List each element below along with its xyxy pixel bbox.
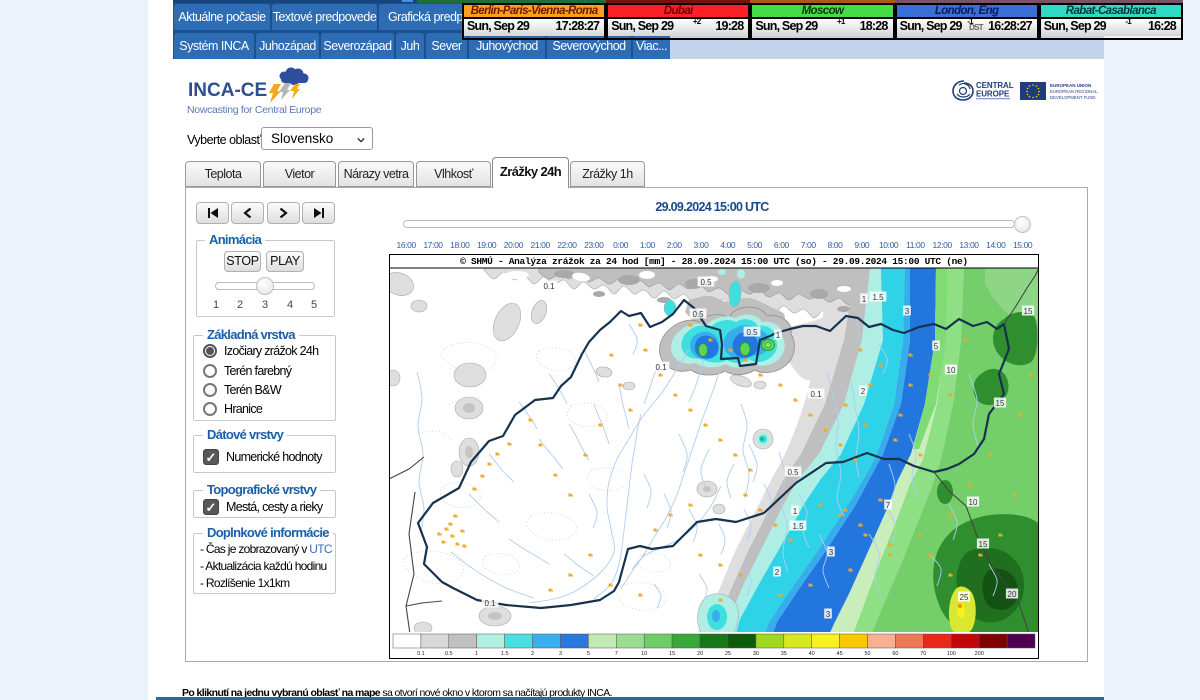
svg-text:15: 15 [1024, 307, 1033, 316]
svg-text:45: 45 [837, 651, 843, 657]
svg-text:0.5: 0.5 [692, 310, 704, 319]
svg-text:2: 2 [775, 568, 780, 577]
svg-text:1: 1 [862, 295, 867, 304]
svg-text:1: 1 [776, 331, 781, 340]
svg-text:5: 5 [587, 651, 590, 657]
svg-text:0.1: 0.1 [543, 282, 555, 291]
svg-text:10: 10 [947, 366, 956, 375]
svg-text:© SHMÚ - Analýza zrážok za 24: © SHMÚ - Analýza zrážok za 24 hod [mm] -… [460, 256, 968, 267]
svg-text:40: 40 [809, 651, 815, 657]
svg-text:EUROPE: EUROPE [976, 90, 1010, 99]
svg-text:3: 3 [826, 610, 831, 619]
svg-text:10: 10 [641, 651, 647, 657]
svg-text:20: 20 [1008, 590, 1017, 599]
svg-text:0.1: 0.1 [655, 363, 667, 372]
svg-text:15: 15 [979, 540, 988, 549]
svg-text:5: 5 [934, 342, 939, 351]
svg-text:3: 3 [829, 548, 834, 557]
svg-text:3: 3 [559, 651, 562, 657]
svg-text:60: 60 [892, 651, 898, 657]
svg-text:EUROPEAN REGIONAL: EUROPEAN REGIONAL [1050, 89, 1098, 94]
svg-text:1: 1 [475, 651, 478, 657]
svg-text:20: 20 [697, 651, 703, 657]
svg-text:200: 200 [975, 651, 984, 657]
svg-text:1: 1 [793, 507, 798, 516]
svg-text:30: 30 [753, 651, 759, 657]
svg-text:10: 10 [969, 498, 978, 507]
svg-text:7: 7 [886, 501, 891, 510]
svg-text:0.1: 0.1 [484, 599, 496, 608]
svg-text:3: 3 [905, 307, 910, 316]
svg-text:35: 35 [781, 651, 787, 657]
svg-text:0.5: 0.5 [787, 468, 799, 477]
svg-text:7: 7 [615, 651, 618, 657]
svg-text:2: 2 [861, 387, 866, 396]
svg-text:1.5: 1.5 [501, 651, 509, 657]
svg-text:15: 15 [669, 651, 675, 657]
svg-text:50: 50 [864, 651, 870, 657]
svg-text:0.1: 0.1 [417, 651, 425, 657]
svg-text:DEVELOPMENT FUND: DEVELOPMENT FUND [1050, 95, 1096, 100]
svg-text:0.5: 0.5 [746, 328, 758, 337]
svg-text:0.1: 0.1 [810, 390, 822, 399]
svg-text:100: 100 [947, 651, 956, 657]
svg-text:70: 70 [920, 651, 926, 657]
svg-text:25: 25 [960, 593, 969, 602]
svg-text:15: 15 [996, 399, 1005, 408]
svg-text:EUROPEAN UNION: EUROPEAN UNION [1050, 83, 1091, 88]
svg-text:1.5: 1.5 [792, 522, 804, 531]
svg-text:2: 2 [531, 651, 534, 657]
svg-text:1.5: 1.5 [872, 293, 884, 302]
svg-text:25: 25 [725, 651, 731, 657]
svg-text:0.5: 0.5 [445, 651, 453, 657]
svg-text:0.5: 0.5 [700, 278, 712, 287]
